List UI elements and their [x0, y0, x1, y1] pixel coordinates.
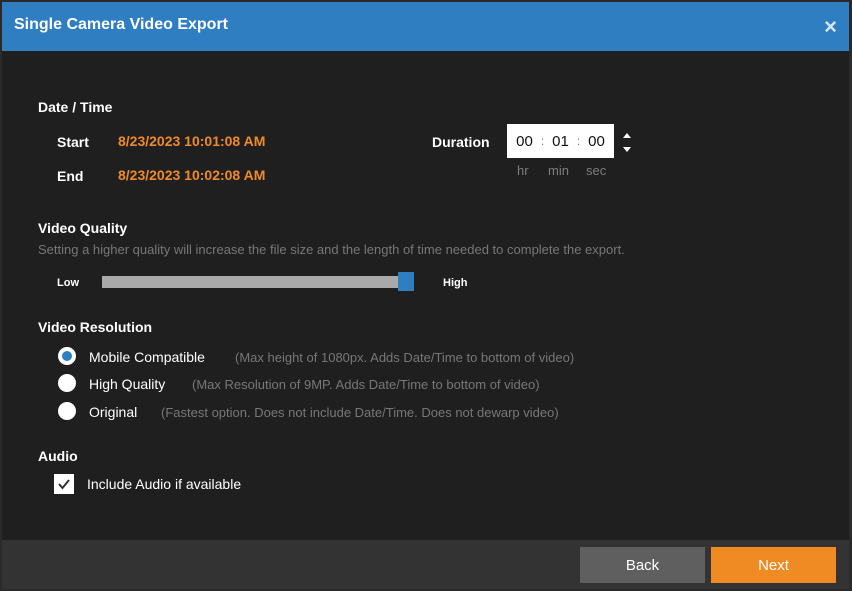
- spinner-up-icon[interactable]: [623, 133, 631, 138]
- quality-high-label: High: [443, 277, 468, 289]
- duration-input[interactable]: 00 : 01 : 00: [507, 124, 614, 158]
- duration-minutes-field[interactable]: 01: [547, 133, 575, 150]
- checkmark-icon: [58, 479, 70, 490]
- datetime-section-title: Date / Time: [38, 99, 113, 115]
- duration-seconds-field[interactable]: 00: [583, 133, 611, 150]
- option-label-original[interactable]: Original: [89, 404, 137, 420]
- spinner-down-icon[interactable]: [623, 147, 631, 152]
- duration-spinner: [620, 130, 634, 156]
- radio-mobile-compatible[interactable]: [58, 347, 76, 365]
- option-hint-original: (Fastest option. Does not include Date/T…: [161, 405, 559, 420]
- unit-min-label: min: [548, 163, 569, 178]
- unit-sec-label: sec: [586, 163, 607, 178]
- dialog-titlebar: Single Camera Video Export ×: [2, 2, 849, 51]
- start-value: 8/23/2023 10:01:08 AM: [118, 133, 266, 149]
- include-audio-label[interactable]: Include Audio if available: [87, 476, 241, 492]
- quality-description: Setting a higher quality will increase t…: [38, 242, 625, 257]
- back-button[interactable]: Back: [580, 547, 705, 583]
- end-value: 8/23/2023 10:02:08 AM: [118, 167, 266, 183]
- duration-hours-field[interactable]: 00: [511, 133, 539, 150]
- next-button[interactable]: Next: [711, 547, 836, 583]
- unit-hr-label: hr: [517, 163, 529, 178]
- quality-section-title: Video Quality: [38, 220, 128, 236]
- duration-label: Duration: [432, 134, 490, 150]
- quality-slider-track[interactable]: [102, 276, 412, 288]
- start-label: Start: [57, 134, 89, 150]
- export-dialog: Single Camera Video Export × Date / Time…: [2, 2, 849, 589]
- option-hint-high-quality: (Max Resolution of 9MP. Adds Date/Time t…: [192, 377, 540, 392]
- radio-original[interactable]: [58, 402, 76, 420]
- option-label-mobile-compatible[interactable]: Mobile Compatible: [89, 349, 205, 365]
- resolution-section-title: Video Resolution: [38, 319, 153, 335]
- dialog-title: Single Camera Video Export: [14, 16, 228, 33]
- end-label: End: [57, 168, 84, 184]
- duration-separator: :: [576, 134, 581, 148]
- option-label-high-quality[interactable]: High Quality: [89, 376, 165, 392]
- include-audio-checkbox[interactable]: [54, 474, 74, 494]
- duration-separator: :: [540, 134, 545, 148]
- radio-high-quality[interactable]: [58, 374, 76, 392]
- quality-slider-handle[interactable]: [397, 272, 414, 291]
- option-hint-mobile-compatible: (Max height of 1080px. Adds Date/Time to…: [235, 350, 575, 365]
- close-icon[interactable]: ×: [824, 16, 837, 38]
- quality-low-label: Low: [57, 277, 79, 289]
- audio-section-title: Audio: [38, 448, 78, 464]
